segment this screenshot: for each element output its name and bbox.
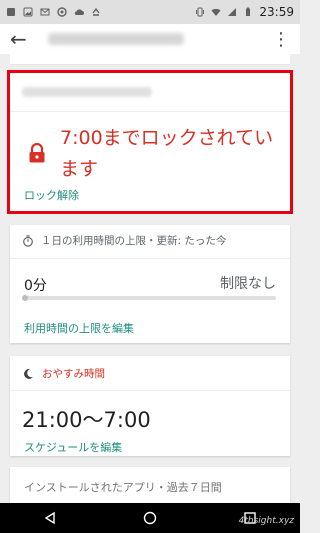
lock-status-card: 7:00までロックされています ロック解除 <box>7 70 293 214</box>
blurred-device-name <box>22 87 152 97</box>
wifi-icon <box>211 8 221 16</box>
cloud-icon <box>74 9 84 15</box>
nav-back-button[interactable] <box>38 506 62 530</box>
bedtime-card: おやすみ時間 21:00〜7:00 スケジュールを編集 <box>10 356 290 456</box>
usage-used-value: 0分 <box>24 278 47 294</box>
bedtime-schedule: 21:00〜7:00 <box>22 408 151 432</box>
header-card-edge <box>10 54 290 65</box>
triangle-back-icon <box>44 511 55 525</box>
usage-progress-indicator <box>22 295 28 301</box>
transfer-icon <box>92 7 100 16</box>
system-icons: 23:59 <box>195 5 294 19</box>
lock-icon <box>29 143 45 163</box>
gmail-icon <box>40 8 50 16</box>
bedtime-header-text: おやすみ時間 <box>42 368 105 380</box>
vibrate-icon <box>196 7 205 17</box>
usage-header: １日の利用時間の上限・更新: たった今 <box>22 233 226 248</box>
divider <box>10 390 290 391</box>
usage-limit-value: 制限なし <box>220 276 276 292</box>
moon-icon <box>24 368 33 379</box>
status-bar: 23:59 <box>0 0 300 24</box>
bedtime-header: おやすみ時間 <box>22 366 105 381</box>
signal-icon <box>228 8 237 16</box>
app-bar: ← ⋮ <box>0 24 300 54</box>
circle-home-icon <box>143 511 157 525</box>
usage-limit-card: １日の利用時間の上限・更新: たった今 0分 制限なし 利用時間の上限を編集 <box>10 225 290 343</box>
divider <box>10 111 290 112</box>
unlock-link[interactable]: ロック解除 <box>24 187 79 203</box>
notification-icon <box>7 8 15 16</box>
edit-limit-link[interactable]: 利用時間の上限を編集 <box>24 320 134 336</box>
installed-apps-card[interactable]: インストールされたアプリ・過去７日間 <box>10 467 290 507</box>
blurred-account-name <box>48 33 184 45</box>
watermark: 4thsight.xyz <box>238 516 294 526</box>
edit-schedule-link[interactable]: スケジュールを編集 <box>24 439 122 455</box>
timer-icon <box>23 234 33 247</box>
back-arrow-icon[interactable]: ← <box>10 27 27 51</box>
installed-apps-header: インストールされたアプリ・過去７日間 <box>24 481 222 494</box>
usage-header-text: １日の利用時間の上限・更新: たった今 <box>41 235 227 247</box>
battery-icon <box>246 7 251 16</box>
clock: 23:59 <box>259 5 294 19</box>
divider <box>10 258 290 259</box>
lock-message: 7:00までロックされています <box>60 127 274 180</box>
usage-progress-bar <box>24 296 276 300</box>
notification-icons <box>6 7 101 17</box>
nav-home-button[interactable] <box>138 506 162 530</box>
photo-icon <box>23 7 33 17</box>
chrome-icon <box>57 7 67 17</box>
more-vert-icon[interactable]: ⋮ <box>272 29 290 50</box>
